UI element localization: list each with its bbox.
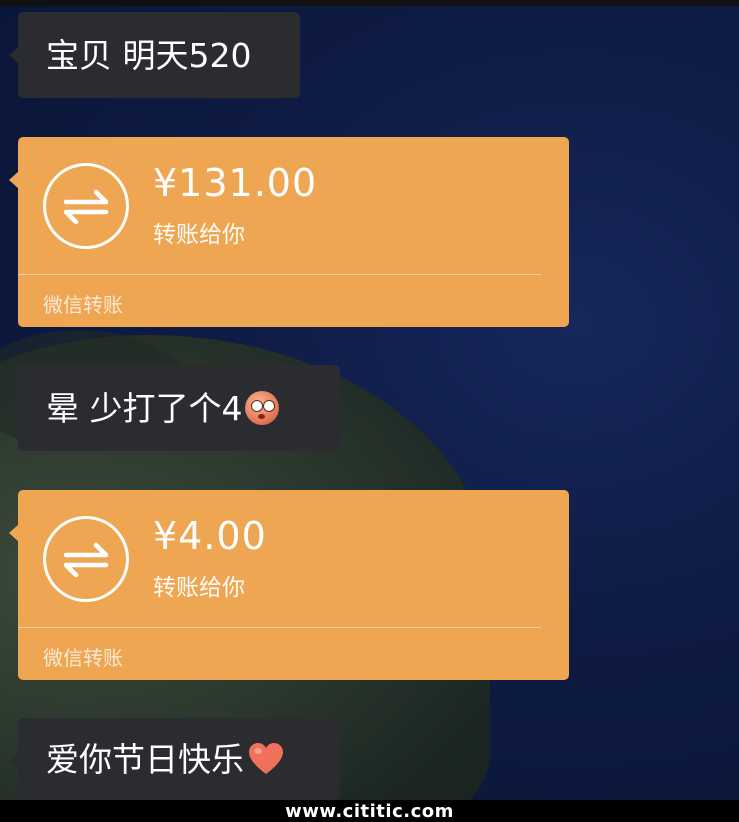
message-text: 宝贝 明天520 <box>46 35 252 75</box>
watermark-bar: www.cititic.com <box>0 800 739 822</box>
transfer-subtitle: 转账给你 <box>153 575 245 601</box>
chat-message-bubble[interactable]: 晕 少打了个4 <box>9 365 340 451</box>
message-text: 爱你节日快乐 <box>46 739 244 779</box>
transfer-arrows-icon <box>43 516 129 602</box>
watermark-text: www.cititic.com <box>285 800 454 822</box>
transfer-subtitle: 转账给你 <box>153 222 245 248</box>
transfer-amount: ¥131.00 <box>153 161 318 205</box>
heart-emoji <box>248 742 284 776</box>
transfer-footer: 微信转账 <box>43 293 123 317</box>
message-text: 晕 少打了个4 <box>46 388 243 428</box>
transfer-arrows-icon <box>43 163 129 249</box>
transfer-divider <box>18 274 541 275</box>
transfer-footer: 微信转账 <box>43 646 123 670</box>
transfer-amount: ¥4.00 <box>153 514 267 558</box>
wechat-transfer-card[interactable]: ¥131.00 转账给你 微信转账 <box>9 137 569 327</box>
transfer-divider <box>18 627 541 628</box>
wechat-transfer-card[interactable]: ¥4.00 转账给你 微信转账 <box>9 490 569 680</box>
top-edge <box>0 0 739 6</box>
chat-message-bubble[interactable]: 爱你节日快乐 <box>9 718 340 800</box>
embarrassed-face-emoji <box>244 391 279 425</box>
chat-message-bubble[interactable]: 宝贝 明天520 <box>9 12 300 98</box>
